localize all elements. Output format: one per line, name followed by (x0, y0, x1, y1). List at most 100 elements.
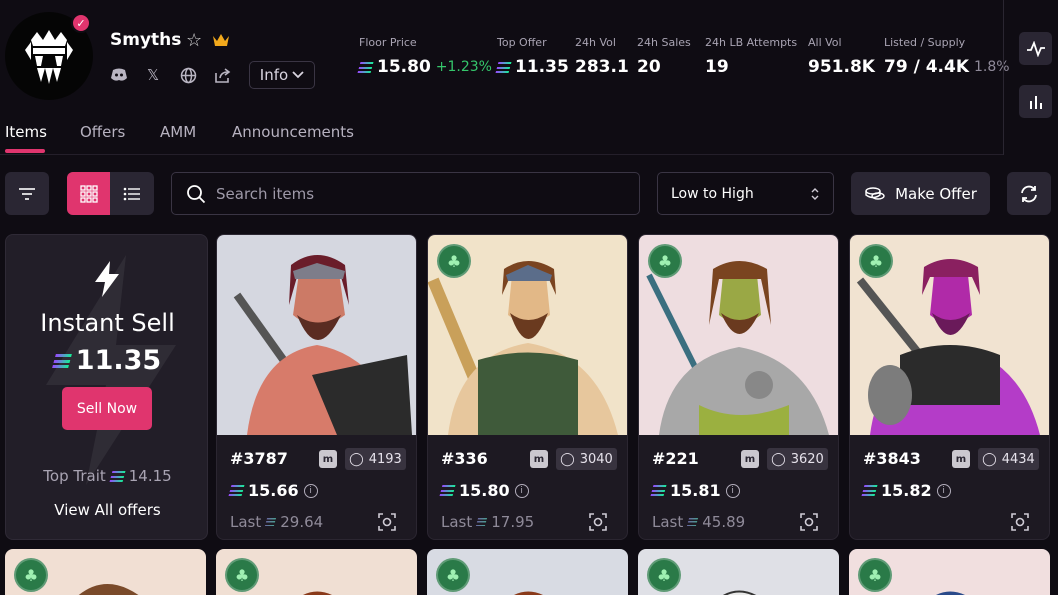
warrior-portrait-image (303, 591, 332, 595)
coins-icon (865, 186, 885, 200)
nft-price: 15.81 i (650, 481, 740, 500)
filter-button[interactable] (5, 172, 49, 215)
warrior-portrait-image (514, 591, 543, 595)
marketplace-icon: m (741, 450, 759, 468)
warrior-portrait-image (233, 255, 412, 435)
star-icon[interactable]: ☆ (186, 30, 202, 51)
scan-icon[interactable] (799, 512, 819, 532)
view-all-offers-link[interactable]: View All offers (6, 501, 207, 519)
sort-value: Low to High (671, 185, 754, 202)
floor-change: +1.23% (435, 59, 492, 75)
nft-card[interactable]: ♣ (849, 549, 1050, 595)
nft-image: ♣ (639, 235, 838, 435)
tab-offers[interactable]: Offers (80, 123, 125, 141)
stat-floor-price: Floor Price 15.80 +1.23% (357, 36, 492, 77)
marketplace-icon: m (530, 450, 548, 468)
list-icon (123, 187, 140, 200)
sidebar-divider (1003, 0, 1004, 155)
rank-icon: ◯ (560, 451, 575, 467)
info-icon[interactable]: i (303, 483, 318, 498)
nft-name: #221 (652, 449, 699, 468)
nft-card[interactable]: ♣ (427, 549, 628, 595)
bar-chart-button[interactable] (1019, 85, 1052, 118)
sol-icon (228, 485, 245, 496)
sol-icon (687, 518, 699, 526)
info-icon[interactable]: i (514, 483, 529, 498)
rarity-rank: ◯ 4193 (345, 448, 406, 470)
make-offer-label: Make Offer (895, 184, 977, 203)
activity-icon (1026, 40, 1045, 57)
clover-badge-icon: ♣ (648, 244, 682, 278)
info-icon[interactable]: i (725, 483, 740, 498)
last-sale: Last 45.89 (652, 513, 746, 531)
nft-card[interactable]: ♣ (638, 549, 839, 595)
scan-icon[interactable] (1010, 512, 1030, 532)
top-trait: Top Trait 14.15 (43, 467, 172, 485)
stat-listed-supply: Listed / Supply 79 / 4.4K 1.8% (884, 36, 1010, 77)
info-icon[interactable]: i (936, 483, 951, 498)
make-offer-button[interactable]: Make Offer (851, 172, 990, 215)
nft-card[interactable]: ♣ #3843 m ◯ 4434 15.82 i (849, 234, 1050, 540)
sol-icon (650, 485, 667, 496)
sol-icon (861, 485, 878, 496)
sol-icon (51, 353, 72, 368)
tab-announcements[interactable]: Announcements (232, 123, 354, 141)
discord-icon[interactable] (109, 66, 129, 84)
view-toggle (67, 172, 154, 215)
grid-icon (79, 184, 98, 203)
sol-icon (476, 518, 488, 526)
sort-select[interactable]: Low to High (657, 172, 834, 215)
grid-view-button[interactable] (67, 172, 110, 215)
clover-badge-icon: ♣ (859, 244, 893, 278)
last-sale: Last 17.95 (441, 513, 535, 531)
sol-icon (495, 61, 512, 73)
nft-price: 15.80 i (439, 481, 529, 500)
refresh-button[interactable] (1007, 172, 1051, 215)
list-view-button[interactable] (110, 172, 153, 215)
chevron-up-down-icon (811, 187, 819, 200)
nft-image (217, 235, 416, 435)
x-icon[interactable]: 𝕏 (143, 66, 163, 84)
nft-card[interactable]: ♣ (216, 549, 417, 595)
collection-name: Smyths (110, 30, 182, 50)
crown-icon (212, 32, 230, 51)
nft-card[interactable]: #3787 m ◯ 4193 15.66 i Last 29.64 (216, 234, 417, 540)
instant-sell-price: 11.35 (6, 345, 207, 376)
last-sale: Last 29.64 (230, 513, 324, 531)
nft-image: ♣ (428, 235, 627, 435)
nft-card[interactable]: ♣ #221 m ◯ 3620 15.81 i Last 45.89 (638, 234, 839, 540)
info-label: Info (259, 66, 289, 84)
tab-amm[interactable]: AMM (160, 123, 196, 141)
nft-price: 15.82 i (861, 481, 951, 500)
tab-items[interactable]: Items (5, 123, 47, 141)
instant-sell-card: Instant Sell 11.35 Sell Now Top Trait 14… (5, 234, 208, 540)
share-icon[interactable] (213, 66, 233, 84)
rank-icon: ◯ (771, 451, 786, 467)
collection-header: ✓ Smyths ☆ 𝕏 Info Floor Price 15.80 +1.23… (0, 0, 1010, 110)
stat-all-vol: All Vol 951.8K (808, 36, 875, 77)
marketplace-icon: m (952, 450, 970, 468)
rarity-rank: ◯ 4434 (978, 448, 1039, 470)
scan-icon[interactable] (588, 512, 608, 532)
nft-card[interactable]: ♣ #336 m ◯ 3040 15.80 i Last 17.95 (427, 234, 628, 540)
scan-icon[interactable] (377, 512, 397, 532)
viking-logo-icon (25, 30, 73, 84)
activity-chart-button[interactable] (1019, 32, 1052, 65)
sol-icon (265, 518, 277, 526)
warrior-portrait-image (936, 591, 965, 595)
search-box (171, 172, 640, 215)
stat-24h-vol: 24h Vol 283.1 (575, 36, 629, 77)
filter-icon (19, 187, 35, 200)
rarity-rank: ◯ 3620 (767, 448, 828, 470)
stat-top-offer: Top Offer 11.35 (495, 36, 569, 77)
search-input[interactable] (216, 184, 616, 203)
globe-icon[interactable] (178, 66, 198, 84)
stat-24h-sales: 24h Sales 20 (637, 36, 691, 77)
sell-now-button[interactable]: Sell Now (62, 387, 152, 430)
verified-badge-icon: ✓ (71, 13, 91, 33)
info-dropdown[interactable]: Info (249, 61, 315, 89)
nft-image: ♣ (850, 235, 1049, 435)
rank-icon: ◯ (982, 451, 997, 467)
search-icon (187, 184, 206, 203)
nft-card[interactable]: ♣ (5, 549, 206, 595)
